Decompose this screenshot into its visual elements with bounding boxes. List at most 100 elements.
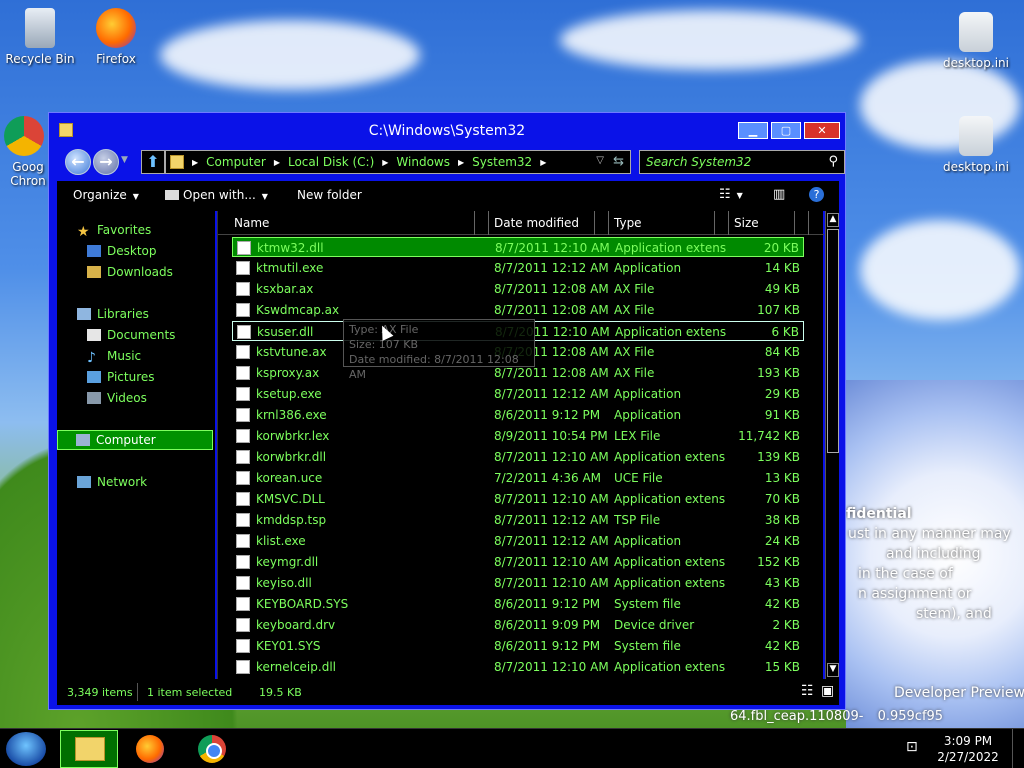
file-row[interactable]: KEY01.SYS 8/6/2011 9:12 PM System file 42 K… xyxy=(232,636,804,656)
file-row[interactable]: korwbrkr.lex 8/9/2011 10:54 PM LEX File 11,… xyxy=(232,426,804,446)
nav-documents[interactable]: Documents xyxy=(87,328,175,342)
selection-count: 1 item selected xyxy=(147,686,233,699)
application-icon xyxy=(165,190,179,200)
column-name[interactable]: Name xyxy=(234,216,269,230)
organize-label: Organize xyxy=(73,188,127,202)
column-divider[interactable] xyxy=(794,211,795,235)
scroll-up-arrow-icon[interactable]: ▲ xyxy=(827,213,839,227)
minimize-button[interactable]: ▁ xyxy=(738,122,768,139)
chevron-right-icon[interactable]: ▶ xyxy=(382,158,388,167)
network-tray-icon[interactable]: ⊡ xyxy=(906,739,918,755)
file-type: Application xyxy=(614,261,682,275)
close-button[interactable]: ✕ xyxy=(804,122,840,139)
desktop-icon-chrome[interactable]: Goog Chron xyxy=(0,116,54,188)
desktop-icon-desktop-ini[interactable]: desktop.ini xyxy=(936,12,1016,70)
file-row[interactable]: ktmutil.exe 8/7/2011 12:12 AM Application 1… xyxy=(232,258,804,278)
file-row[interactable]: KMSVC.DLL 8/7/2011 12:10 AM Application ex… xyxy=(232,489,804,509)
column-divider[interactable] xyxy=(608,211,609,235)
new-folder-button[interactable]: New folder xyxy=(297,188,362,202)
file-size: 70 KB xyxy=(764,492,800,506)
preview-pane-button[interactable]: ▥ xyxy=(773,187,785,202)
search-icon[interactable]: ⚲ xyxy=(828,154,838,169)
scroll-down-arrow-icon[interactable]: ▼ xyxy=(827,663,839,677)
nav-favorites[interactable]: ★ Favorites xyxy=(77,223,151,240)
column-divider[interactable] xyxy=(488,211,489,235)
file-row[interactable]: ksxbar.ax 8/7/2011 12:08 AM AX File 49 KB xyxy=(232,279,804,299)
chevron-right-icon[interactable]: ▶ xyxy=(192,158,198,167)
file-row[interactable]: keymgr.dll 8/7/2011 12:10 AM Application e… xyxy=(232,552,804,572)
nav-pictures[interactable]: Pictures xyxy=(87,370,155,384)
address-history-dropdown[interactable]: ▽ xyxy=(596,155,604,166)
vertical-scrollbar[interactable]: ▲ ▼ xyxy=(825,211,839,679)
maximize-button[interactable]: ▢ xyxy=(771,122,801,139)
recent-pages-dropdown[interactable]: ▼ xyxy=(121,155,128,165)
breadcrumb-system32[interactable]: System32 xyxy=(472,155,532,169)
nav-libraries[interactable]: Libraries xyxy=(77,307,149,321)
column-divider[interactable] xyxy=(714,211,715,235)
details-view-icon[interactable]: ☷ xyxy=(801,683,814,699)
view-options-button[interactable]: ☷ ▼ xyxy=(719,187,743,202)
file-row[interactable]: kmddsp.tsp 8/7/2011 12:12 AM TSP File 38 KB xyxy=(232,510,804,530)
chevron-right-icon[interactable]: ▶ xyxy=(274,158,280,167)
column-date-modified[interactable]: Date modified xyxy=(494,216,579,230)
organize-button[interactable]: Organize ▼ xyxy=(73,188,139,202)
desktop-icon-firefox[interactable]: Firefox xyxy=(76,8,156,66)
nav-downloads[interactable]: Downloads xyxy=(87,265,173,279)
column-size[interactable]: Size xyxy=(734,216,759,230)
forward-button[interactable]: → xyxy=(93,149,119,175)
taskbar: ⊡ 3:09 PM 2/27/2022 xyxy=(0,728,1024,768)
nav-desktop[interactable]: Desktop xyxy=(87,244,157,258)
file-type: Application xyxy=(614,408,682,422)
wallpaper-text: stem), and xyxy=(916,606,992,622)
preview-pane-icon: ▥ xyxy=(773,187,786,202)
file-row[interactable]: korwbrkr.dll 8/7/2011 12:10 AM Application… xyxy=(232,447,804,467)
taskbar-chrome[interactable] xyxy=(182,730,240,768)
folder-icon xyxy=(75,737,105,761)
column-divider[interactable] xyxy=(474,211,475,235)
file-row[interactable]: KEYBOARD.SYS 8/6/2011 9:12 PM System file 4… xyxy=(232,594,804,614)
desktop-icon-desktop-ini-2[interactable]: desktop.ini xyxy=(936,116,1016,174)
scroll-thumb[interactable] xyxy=(827,229,839,453)
file-row[interactable]: kernelceip.dll 8/7/2011 12:10 AM Applicati… xyxy=(232,657,804,677)
breadcrumb-local-disk[interactable]: Local Disk (C:) xyxy=(288,155,374,169)
show-desktop-button[interactable] xyxy=(1012,729,1024,768)
nav-network[interactable]: Network xyxy=(77,475,147,489)
file-type: Application extens... xyxy=(614,555,726,569)
open-with-button[interactable]: Open with... ▼ xyxy=(165,188,268,202)
taskbar-explorer[interactable] xyxy=(60,730,118,768)
start-button[interactable] xyxy=(6,732,46,766)
taskbar-firefox[interactable] xyxy=(120,730,178,768)
file-row[interactable]: klist.exe 8/7/2011 12:12 AM Application 24 … xyxy=(232,531,804,551)
help-button[interactable]: ? xyxy=(809,187,824,202)
file-row[interactable]: ksetup.exe 8/7/2011 12:12 AM Application 29… xyxy=(232,384,804,404)
column-type[interactable]: Type xyxy=(614,216,642,230)
breadcrumb-computer[interactable]: Computer xyxy=(206,155,266,169)
column-divider[interactable] xyxy=(728,211,729,235)
chevron-right-icon[interactable]: ▶ xyxy=(540,158,546,167)
back-button[interactable]: ← xyxy=(65,149,91,175)
breadcrumb-windows[interactable]: Windows xyxy=(396,155,450,169)
nav-videos[interactable]: Videos xyxy=(87,391,147,405)
chevron-right-icon[interactable]: ▶ xyxy=(458,158,464,167)
file-row[interactable]: Kswdmcap.ax 8/7/2011 12:08 AM AX File 107 K… xyxy=(232,300,804,320)
desktop-icon-recycle-bin[interactable]: Recycle Bin xyxy=(0,8,80,66)
file-row[interactable]: keyiso.dll 8/7/2011 12:10 AM Application e… xyxy=(232,573,804,593)
column-divider[interactable] xyxy=(808,211,809,235)
column-divider[interactable] xyxy=(594,211,595,235)
nav-music[interactable]: ♪ Music xyxy=(87,349,141,366)
address-bar[interactable]: ▶ Computer ▶ Local Disk (C:) ▶ Windows ▶… xyxy=(165,150,631,174)
refresh-icon[interactable]: ⇆ xyxy=(613,154,624,169)
file-row[interactable]: keyboard.drv 8/6/2011 9:09 PM Device drive… xyxy=(232,615,804,635)
file-row[interactable]: ktmw32.dll 8/7/2011 12:10 AM Application e… xyxy=(232,237,804,257)
file-row[interactable]: krnl386.exe 8/6/2011 9:12 PM Application 91… xyxy=(232,405,804,425)
nav-computer[interactable]: Computer xyxy=(57,430,213,450)
file-size: 42 KB xyxy=(764,639,800,653)
thumbnail-view-icon[interactable]: ▣ xyxy=(821,683,834,699)
file-row[interactable]: korean.uce 7/2/2011 4:36 AM UCE File 13 KB xyxy=(232,468,804,488)
file-icon xyxy=(237,241,251,255)
clock[interactable]: 3:09 PM 2/27/2022 xyxy=(930,733,1006,765)
search-box[interactable]: ⚲ xyxy=(639,150,845,174)
search-input[interactable] xyxy=(646,154,816,170)
up-button[interactable]: ⬆ xyxy=(141,150,165,174)
title-bar[interactable]: C:\Windows\System32 ▁ ▢ ✕ xyxy=(49,113,845,147)
